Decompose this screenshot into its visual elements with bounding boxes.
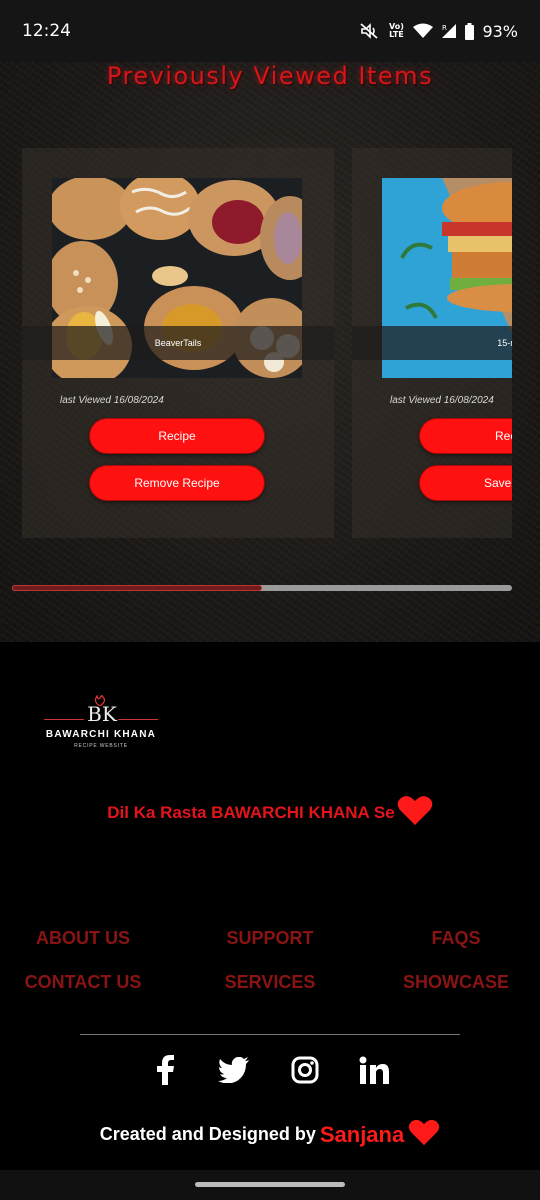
heart-icon xyxy=(408,1118,440,1151)
mute-icon xyxy=(359,22,379,40)
previously-viewed-section: Previously Viewed Items BeaverTails last… xyxy=(0,62,540,642)
instagram-icon[interactable] xyxy=(289,1054,321,1086)
last-viewed-date: last Viewed 16/08/2024 xyxy=(390,395,494,406)
recipe-card: 15-minute chicken & last Viewed 16/08/20… xyxy=(352,148,512,538)
signal-icon: R xyxy=(441,23,457,39)
credit-author[interactable]: Sanjana xyxy=(320,1122,404,1148)
social-links xyxy=(0,1054,540,1090)
logo-name: BAWARCHI KHANA xyxy=(45,729,157,740)
recipe-button[interactable]: Recipe xyxy=(90,419,264,453)
history-carousel[interactable]: BeaverTails last Viewed 16/08/2024 Recip… xyxy=(12,148,512,538)
status-icons: Vo) LTE R 93% xyxy=(359,22,518,41)
image-caption-overlay: 15-minute chicken & xyxy=(352,326,512,360)
tagline-text: Dil Ka Rasta BAWARCHI KHANA Se xyxy=(107,802,395,822)
recipe-button[interactable]: Reci xyxy=(420,419,512,453)
wifi-icon xyxy=(413,23,434,39)
link-about-us[interactable]: ABOUT US xyxy=(36,928,130,949)
link-support[interactable]: SUPPORT xyxy=(226,928,313,949)
credit-line: Created and Designed by Sanjana xyxy=(0,1118,540,1151)
section-title: Previously Viewed Items xyxy=(106,62,434,90)
home-gesture-handle[interactable] xyxy=(195,1182,345,1187)
recipe-title: 15-minute chicken & xyxy=(497,338,512,348)
lte-icon: Vo) LTE xyxy=(388,22,404,39)
last-viewed-date: last Viewed 16/08/2024 xyxy=(60,395,164,406)
tagline: Dil Ka Rasta BAWARCHI KHANA Se xyxy=(0,794,540,831)
status-bar: 12:24 Vo) LTE R 93% xyxy=(0,0,540,62)
system-navigation-bar xyxy=(0,1170,540,1200)
recipe-card: BeaverTails last Viewed 16/08/2024 Recip… xyxy=(22,148,334,538)
logo-subtitle: RECIPE WEBSITE xyxy=(74,743,128,749)
battery-level: 93% xyxy=(482,21,518,41)
linkedin-icon[interactable] xyxy=(358,1054,390,1086)
twitter-icon[interactable] xyxy=(218,1054,250,1086)
scrollbar-thumb[interactable] xyxy=(12,585,262,591)
battery-icon xyxy=(465,22,475,40)
heart-icon xyxy=(397,794,433,831)
image-caption-overlay: BeaverTails xyxy=(22,326,334,360)
remove-recipe-button[interactable]: Remove Recipe xyxy=(90,466,264,500)
brand-logo[interactable]: BK BAWARCHI KHANA RECIPE WEBSITE xyxy=(42,692,162,752)
logo-initials: BK xyxy=(87,702,117,726)
save-recipe-button[interactable]: Save Re xyxy=(420,466,512,500)
status-time: 12:24 xyxy=(22,21,71,41)
footer-divider xyxy=(80,1034,460,1035)
carousel-scrollbar[interactable] xyxy=(12,585,512,591)
recipe-title: BeaverTails xyxy=(154,338,202,348)
facebook-icon[interactable] xyxy=(149,1054,181,1086)
link-services[interactable]: SERVICES xyxy=(225,972,316,993)
link-contact-us[interactable]: CONTACT US xyxy=(25,972,142,993)
svg-text:R: R xyxy=(442,24,447,32)
link-showcase[interactable]: SHOWCASE xyxy=(403,972,509,993)
link-faqs[interactable]: FAQS xyxy=(431,928,480,949)
credit-prefix: Created and Designed by xyxy=(99,1124,316,1144)
site-footer: BK BAWARCHI KHANA RECIPE WEBSITE Dil Ka … xyxy=(0,642,540,1170)
